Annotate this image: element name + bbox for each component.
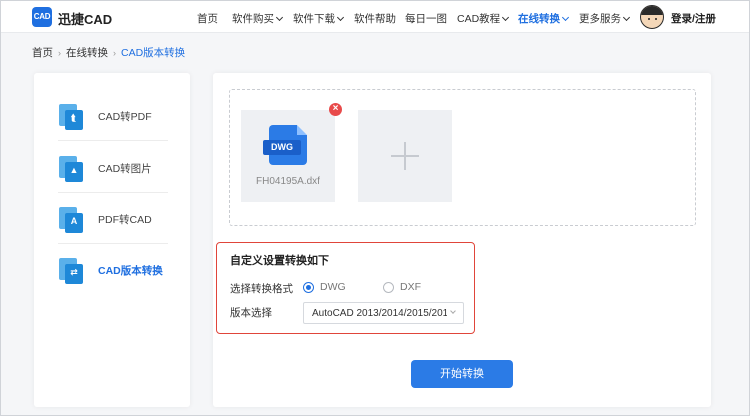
sidebar-item-cad-to-image[interactable]: ▲ CAD转图片 bbox=[58, 143, 168, 193]
breadcrumb-home[interactable]: 首页 bbox=[32, 47, 53, 59]
avatar[interactable] bbox=[640, 5, 664, 29]
chevron-right-icon: › bbox=[113, 48, 116, 58]
nav-item-daily[interactable]: 每日一图 bbox=[405, 11, 447, 26]
breadcrumb-online-convert[interactable]: 在线转换 bbox=[66, 47, 108, 59]
sidebar-item-pdf-to-cad[interactable]: A PDF转CAD bbox=[58, 194, 168, 244]
breadcrumb: 首页 › 在线转换 › CAD版本转换 bbox=[32, 45, 185, 60]
cad-to-pdf-icon: ⮬ bbox=[58, 104, 84, 130]
version-select-value: AutoCAD 2013/2014/2015/2016 bbox=[312, 308, 447, 319]
upload-dropzone[interactable]: DWG FH04195A.dxf × bbox=[229, 89, 696, 226]
login-register-link[interactable]: 登录/注册 bbox=[671, 11, 716, 26]
sidebar-item-cad-version-convert[interactable]: ⇄ CAD版本转换 bbox=[58, 245, 168, 295]
chevron-down-icon bbox=[450, 308, 456, 314]
sidebar-item-label: CAD转图片 bbox=[98, 163, 152, 175]
sidebar-item-label: PDF转CAD bbox=[98, 214, 152, 226]
sidebar-item-label: CAD转PDF bbox=[98, 111, 152, 123]
nav-item-buy[interactable]: 软件购买 bbox=[232, 11, 284, 26]
cad-version-icon: ⇄ bbox=[58, 258, 84, 284]
uploaded-file-card: DWG FH04195A.dxf × bbox=[241, 103, 342, 202]
nav-item-tutorial[interactable]: CAD教程 bbox=[457, 11, 510, 26]
remove-file-button[interactable]: × bbox=[329, 103, 342, 116]
chevron-down-icon bbox=[622, 13, 631, 22]
chevron-down-icon bbox=[561, 13, 570, 22]
file-name: FH04195A.dxf bbox=[256, 176, 320, 187]
radio-dwg-label[interactable]: DWG bbox=[320, 281, 346, 293]
dwg-file-icon: DWG bbox=[263, 125, 307, 165]
pdf-to-cad-icon: A bbox=[58, 207, 84, 233]
nav-item-help[interactable]: 软件帮助 bbox=[354, 11, 396, 26]
version-label: 版本选择 bbox=[230, 307, 272, 319]
nav-item-online-convert[interactable]: 在线转换 bbox=[518, 11, 570, 26]
nav-item-download[interactable]: 软件下载 bbox=[293, 11, 345, 26]
chevron-down-icon bbox=[336, 13, 345, 22]
add-file-button[interactable] bbox=[358, 110, 452, 202]
radio-dwg[interactable] bbox=[303, 282, 314, 293]
sidebar-item-label: CAD版本转换 bbox=[98, 265, 163, 277]
top-navigation-bar: CAD 迅捷CAD 首页 软件购买 软件下载 软件帮助 每日一图 CAD教程 在… bbox=[1, 1, 749, 33]
chevron-down-icon bbox=[502, 13, 510, 22]
nav-item-more[interactable]: 更多服务 bbox=[579, 11, 631, 26]
radio-dxf[interactable] bbox=[383, 282, 394, 293]
cad-to-image-icon: ▲ bbox=[58, 156, 84, 182]
start-convert-button[interactable]: 开始转换 bbox=[411, 360, 513, 388]
breadcrumb-current: CAD版本转换 bbox=[121, 47, 186, 59]
sidebar: ⮬ CAD转PDF ▲ CAD转图片 A PDF转CAD ⇄ CAD版本转换 bbox=[34, 73, 190, 407]
chevron-down-icon bbox=[275, 13, 284, 22]
main-panel: DWG FH04195A.dxf × 自定义设置转换如下 选择转换格式 DWG … bbox=[213, 73, 711, 407]
chevron-right-icon: › bbox=[58, 48, 61, 58]
logo-icon[interactable]: CAD bbox=[32, 7, 52, 27]
format-label: 选择转换格式 bbox=[230, 283, 293, 295]
conversion-settings: 自定义设置转换如下 选择转换格式 DWG DXF 版本选择 AutoCAD 20… bbox=[216, 242, 475, 334]
nav-item-home[interactable]: 首页 bbox=[197, 11, 218, 26]
settings-title: 自定义设置转换如下 bbox=[230, 255, 329, 267]
sidebar-item-cad-to-pdf[interactable]: ⮬ CAD转PDF bbox=[58, 91, 168, 141]
version-select[interactable]: AutoCAD 2013/2014/2015/2016 bbox=[303, 302, 464, 324]
brand-name[interactable]: 迅捷CAD bbox=[58, 9, 112, 28]
radio-dxf-label[interactable]: DXF bbox=[400, 281, 421, 293]
